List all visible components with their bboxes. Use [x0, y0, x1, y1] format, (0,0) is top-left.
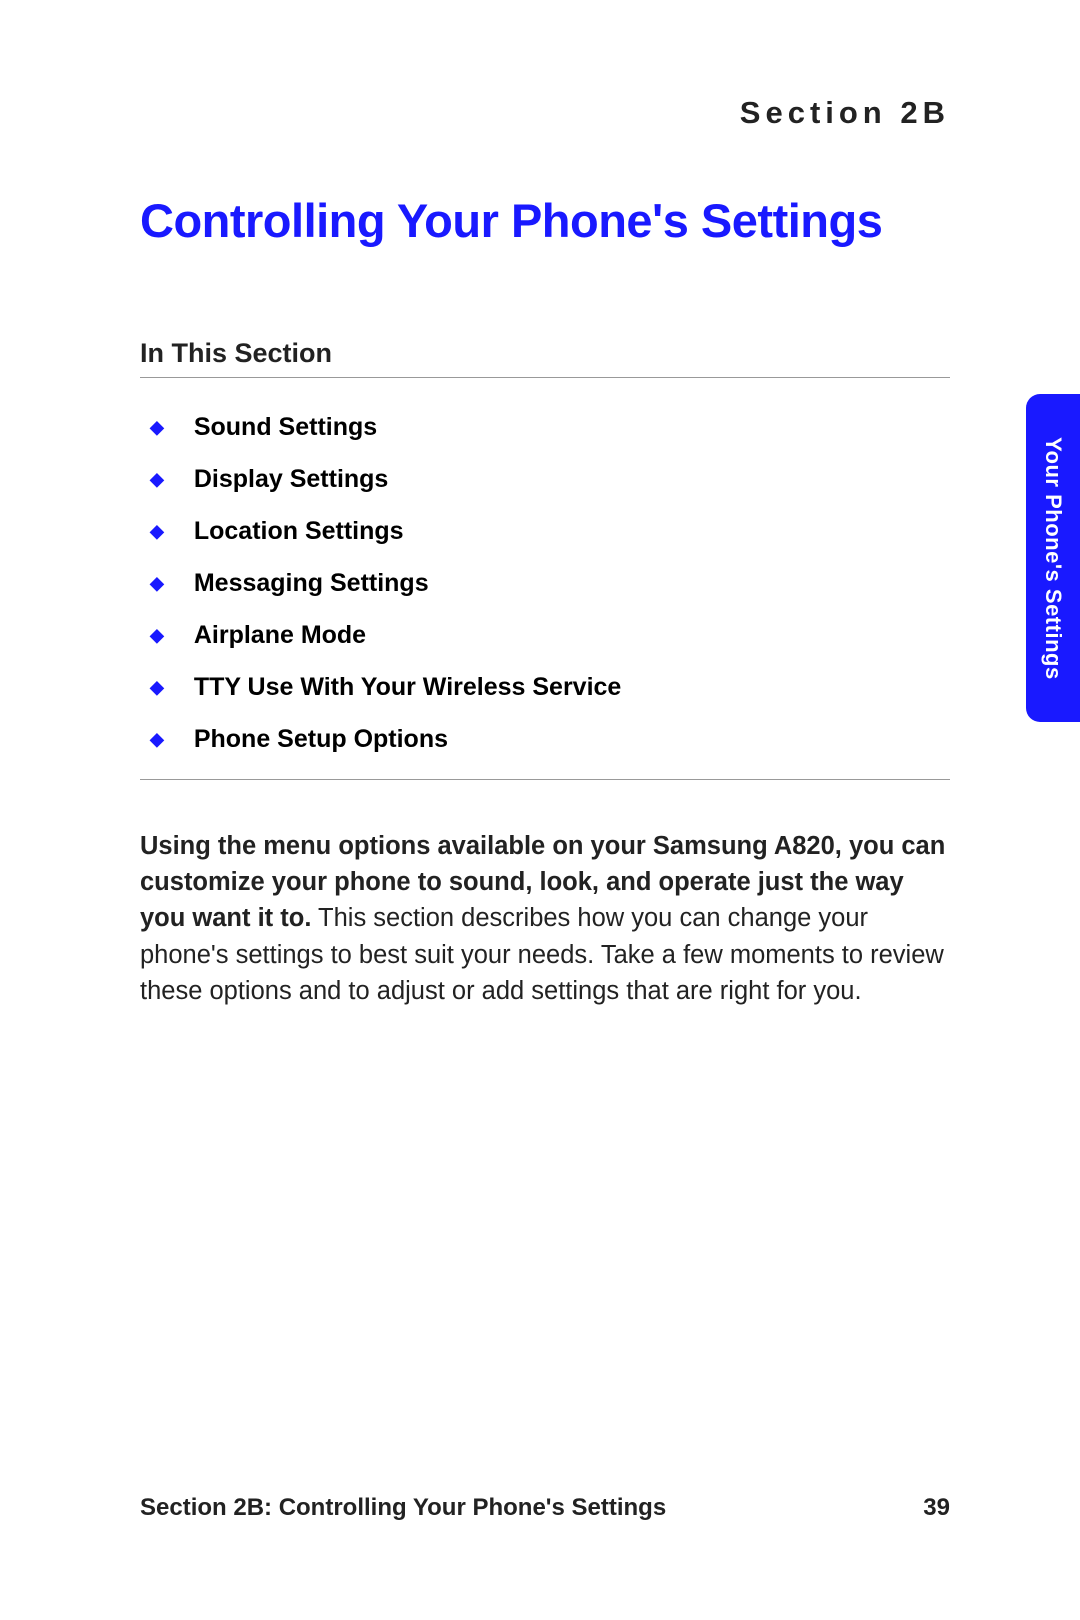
toc-item: ◆ Messaging Settings — [150, 569, 950, 598]
toc-item-label: TTY Use With Your Wireless Service — [194, 673, 622, 702]
toc-item: ◆ TTY Use With Your Wireless Service — [150, 673, 950, 702]
toc-item-label: Location Settings — [194, 517, 404, 546]
diamond-bullet-icon: ◆ — [150, 573, 164, 594]
diamond-bullet-icon: ◆ — [150, 625, 164, 646]
in-this-section-heading: In This Section — [140, 338, 950, 369]
page-title: Controlling Your Phone's Settings — [140, 193, 950, 248]
toc-item: ◆ Sound Settings — [150, 413, 950, 442]
toc-item-label: Airplane Mode — [194, 621, 366, 650]
toc-item: ◆ Display Settings — [150, 465, 950, 494]
diamond-bullet-icon: ◆ — [150, 677, 164, 698]
toc-item: ◆ Phone Setup Options — [150, 725, 950, 754]
toc-item: ◆ Location Settings — [150, 517, 950, 546]
page-content: Section 2B Controlling Your Phone's Sett… — [0, 0, 1080, 1620]
toc-item-label: Sound Settings — [194, 413, 377, 442]
divider-bottom — [140, 779, 950, 780]
section-label: Section 2B — [140, 95, 950, 131]
footer-section-title: Section 2B: Controlling Your Phone's Set… — [140, 1494, 666, 1522]
diamond-bullet-icon: ◆ — [150, 521, 164, 542]
toc-item-label: Phone Setup Options — [194, 725, 448, 754]
divider-top — [140, 377, 950, 378]
toc-list: ◆ Sound Settings ◆ Display Settings ◆ Lo… — [140, 413, 950, 754]
diamond-bullet-icon: ◆ — [150, 729, 164, 750]
intro-paragraph: Using the menu options available on your… — [140, 828, 950, 1009]
toc-item-label: Messaging Settings — [194, 569, 429, 598]
diamond-bullet-icon: ◆ — [150, 469, 164, 490]
toc-item-label: Display Settings — [194, 465, 389, 494]
page-footer: Section 2B: Controlling Your Phone's Set… — [140, 1494, 950, 1522]
page-number: 39 — [923, 1494, 950, 1522]
diamond-bullet-icon: ◆ — [150, 417, 164, 438]
toc-item: ◆ Airplane Mode — [150, 621, 950, 650]
